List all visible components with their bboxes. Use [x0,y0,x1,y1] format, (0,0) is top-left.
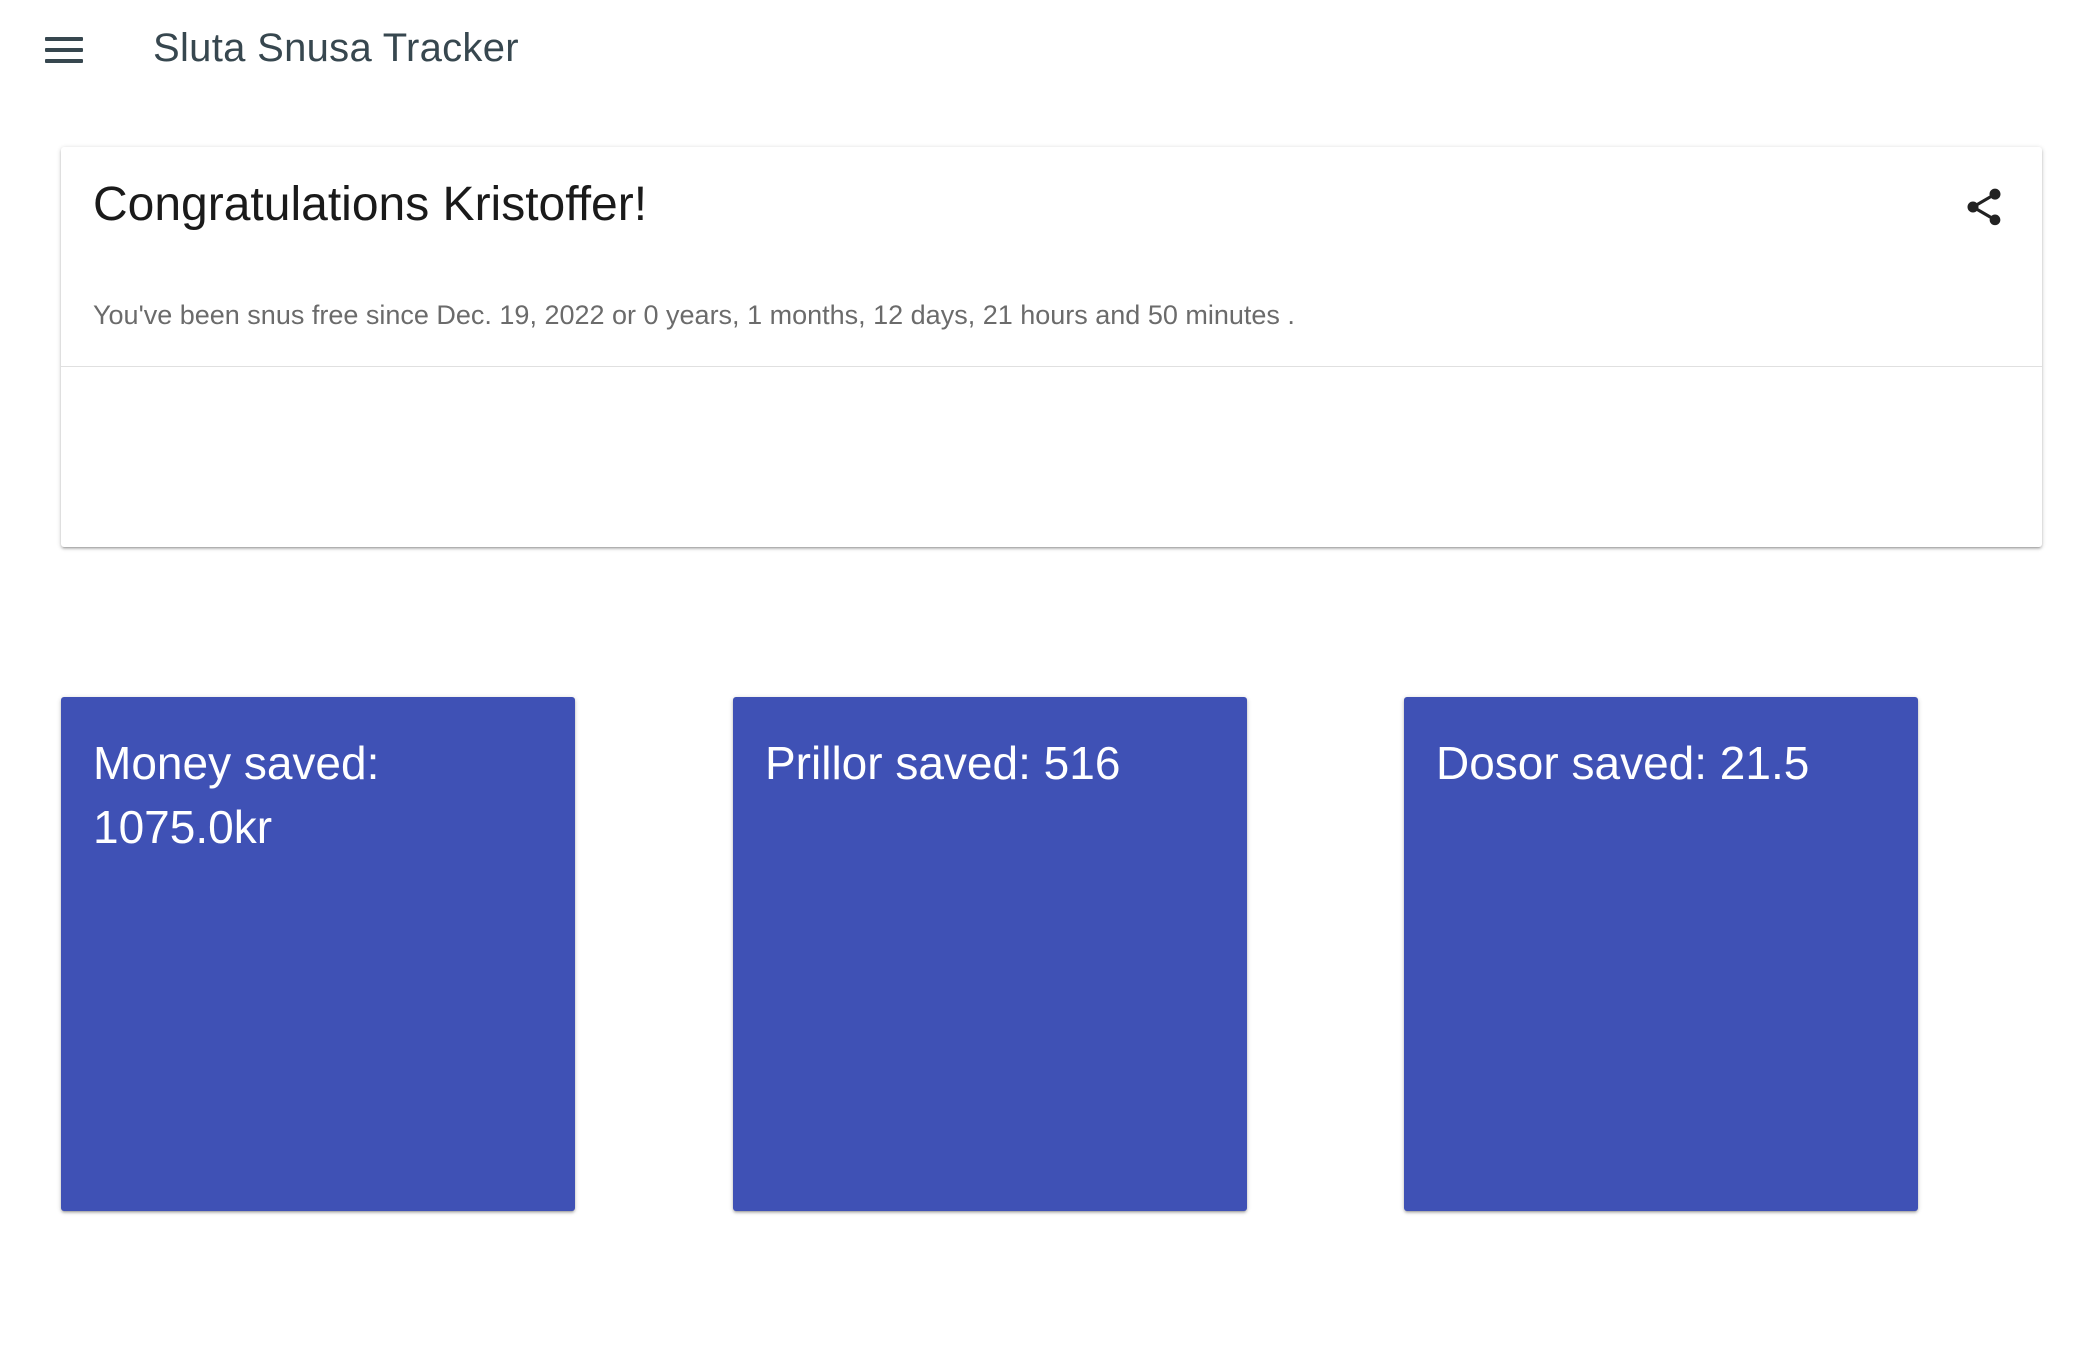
menu-icon-line [45,59,83,63]
congratulations-card: Congratulations Kristoffer! You've been … [61,147,2042,547]
congratulations-title: Congratulations Kristoffer! [93,178,648,231]
money-saved-label: Money saved: 1075.0kr [93,737,380,853]
dosor-saved-label: Dosor saved: 21.5 [1436,737,1810,789]
prillor-saved-card: Prillor saved: 516 [733,697,1247,1211]
share-icon[interactable] [1962,185,2006,229]
menu-icon-line [45,48,83,52]
snus-free-status-text: You've been snus free since Dec. 19, 202… [93,300,1295,330]
dosor-saved-card: Dosor saved: 21.5 [1404,697,1918,1211]
menu-icon-line [45,37,83,41]
app-bar: Sluta Snusa Tracker [0,0,2082,100]
money-saved-card: Money saved: 1075.0kr [61,697,575,1211]
card-divider [61,366,2042,367]
app-title: Sluta Snusa Tracker [153,26,519,70]
prillor-saved-label: Prillor saved: 516 [765,737,1121,789]
menu-icon[interactable] [44,34,84,66]
